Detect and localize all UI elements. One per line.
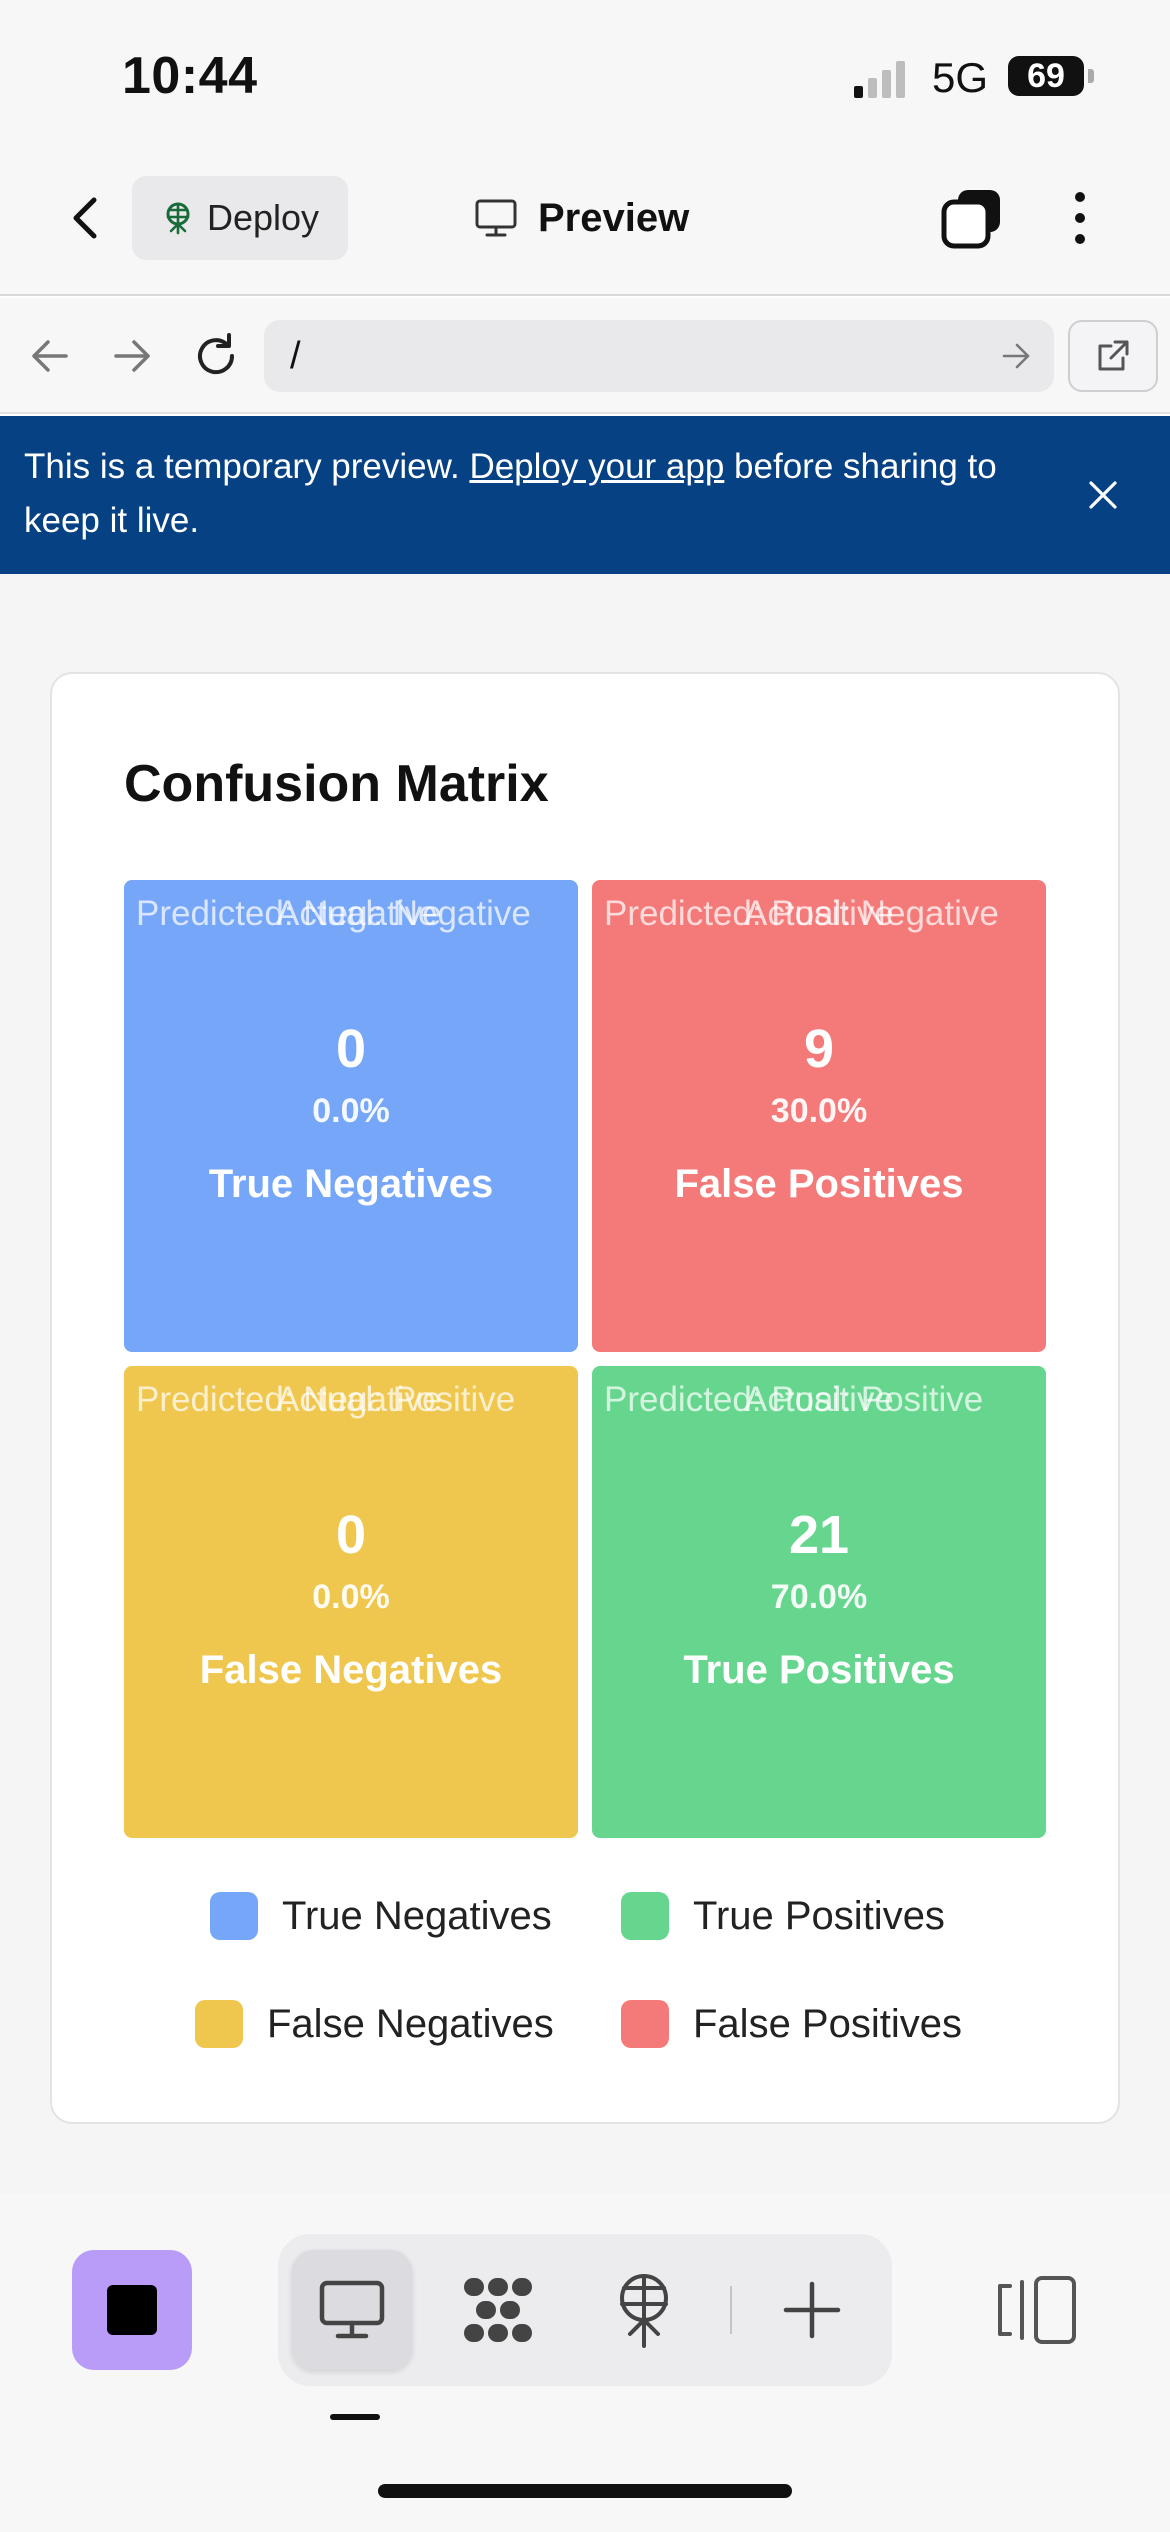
go-arrow-icon[interactable]: [1002, 343, 1030, 369]
legend-item-false-negatives: False Negatives: [195, 1999, 554, 2049]
bottom-toolbar: [0, 2194, 1170, 2532]
more-vertical-icon: [1075, 192, 1085, 202]
app-bar: Deploy Preview: [0, 150, 1170, 296]
monitor-icon: [319, 2280, 385, 2339]
tabs-icon: [941, 190, 1000, 249]
reload-button[interactable]: [188, 328, 244, 384]
legend-label: False Positives: [693, 2001, 962, 2046]
cell-label: True Positives: [683, 1648, 955, 1692]
status-bar: 10:44 5G 69: [0, 0, 1170, 150]
battery-level: 69: [1027, 56, 1065, 95]
url-row: /: [0, 298, 1170, 414]
apps-icon: [464, 2278, 532, 2342]
home-indicator[interactable]: [378, 2484, 792, 2498]
tabs-button[interactable]: [940, 186, 1004, 250]
cell-label: True Negatives: [208, 1162, 494, 1206]
apps-tool-button[interactable]: [438, 2250, 558, 2370]
cell-count: 21: [788, 1505, 850, 1565]
cell-percent: 30.0%: [770, 1092, 868, 1130]
deploy-app-link[interactable]: Deploy your app: [469, 447, 724, 486]
status-time: 10:44: [122, 47, 258, 105]
legend-swatch: [195, 2000, 243, 2048]
open-external-button[interactable]: [1068, 320, 1158, 392]
network-label: 5G: [932, 54, 989, 101]
cell-label: False Positives: [674, 1162, 964, 1206]
active-tab-indicator: [330, 2414, 380, 2420]
deploy-icon: [166, 202, 190, 235]
cell-actual-label: Actual: Negative: [276, 894, 531, 933]
plus-icon: [783, 2281, 841, 2339]
legend-label: False Negatives: [267, 2001, 554, 2046]
panel-toggle-icon: [998, 2276, 1076, 2344]
banner-text-start: This is a temporary preview.: [24, 447, 470, 486]
arrow-right-icon: [114, 340, 150, 372]
cell-label: False Negatives: [199, 1648, 503, 1692]
back-button[interactable]: [56, 188, 116, 248]
preview-content: Confusion Matrix Predicted: Negative Act…: [0, 574, 1170, 2194]
deploy-tool-button[interactable]: [584, 2250, 704, 2370]
arrow-left-icon: [32, 340, 68, 372]
preview-title[interactable]: Preview: [474, 188, 689, 248]
legend-item-true-positives: True Positives: [621, 1891, 945, 1941]
browser-back-button[interactable]: [22, 328, 78, 384]
more-options-button[interactable]: [1058, 186, 1102, 250]
chevron-left-icon: [73, 197, 97, 239]
url-text: /: [290, 334, 301, 377]
panel-toggle-button[interactable]: [996, 2272, 1080, 2348]
url-input[interactable]: /: [264, 320, 1054, 392]
legend-swatch: [621, 2000, 669, 2048]
deploy-label: Deploy: [206, 197, 320, 238]
cell-actual-label: Actual: Positive: [744, 1380, 984, 1419]
cell-false-positives: Predicted: Positive Actual: Negative 9 3…: [592, 880, 1046, 1352]
cell-true-positives: Predicted: Positive Actual: Positive 21 …: [592, 1366, 1046, 1838]
temporary-preview-banner: This is a temporary preview. Deploy your…: [0, 416, 1170, 574]
card-title: Confusion Matrix: [124, 755, 549, 813]
deploy-button[interactable]: Deploy: [132, 176, 348, 260]
add-tool-button[interactable]: [752, 2250, 872, 2370]
confusion-matrix-card: Confusion Matrix Predicted: Negative Act…: [50, 672, 1120, 2124]
preview-label: Preview: [538, 195, 690, 240]
legend-label: True Positives: [693, 1893, 945, 1938]
cell-count: 0: [335, 1019, 367, 1079]
reload-icon: [198, 333, 235, 375]
cell-percent: 0.0%: [312, 1092, 390, 1130]
stop-icon: [107, 2285, 157, 2335]
external-link-icon: [1098, 340, 1129, 371]
browser-forward-button[interactable]: [104, 328, 160, 384]
legend-item-true-negatives: True Negatives: [210, 1891, 552, 1941]
preview-tool-button[interactable]: [292, 2250, 412, 2370]
toolbar-divider: [730, 2286, 732, 2334]
close-icon: [1089, 481, 1117, 509]
cell-false-negatives: Predicted: Negative Actual: Positive 0 0…: [124, 1366, 578, 1838]
cell-true-negatives: Predicted: Negative Actual: Negative 0 0…: [124, 880, 578, 1352]
cell-actual-label: Actual: Negative: [744, 894, 999, 933]
deploy-icon: [620, 2274, 668, 2348]
legend-label: True Negatives: [282, 1893, 552, 1938]
banner-close-button[interactable]: [1076, 468, 1130, 522]
legend-swatch: [621, 1892, 669, 1940]
battery-icon: 69: [1008, 56, 1094, 96]
cell-percent: 0.0%: [312, 1578, 390, 1616]
cell-actual-label: Actual: Positive: [276, 1380, 516, 1419]
legend-item-false-positives: False Positives: [621, 1999, 962, 2049]
cell-count: 0: [335, 1505, 367, 1565]
stop-button[interactable]: [72, 2250, 192, 2370]
cell-count: 9: [803, 1019, 835, 1079]
cell-percent: 70.0%: [770, 1578, 868, 1616]
monitor-icon: [475, 199, 517, 237]
tool-group: [278, 2234, 892, 2386]
signal-icon: [854, 60, 914, 98]
legend-swatch: [210, 1892, 258, 1940]
